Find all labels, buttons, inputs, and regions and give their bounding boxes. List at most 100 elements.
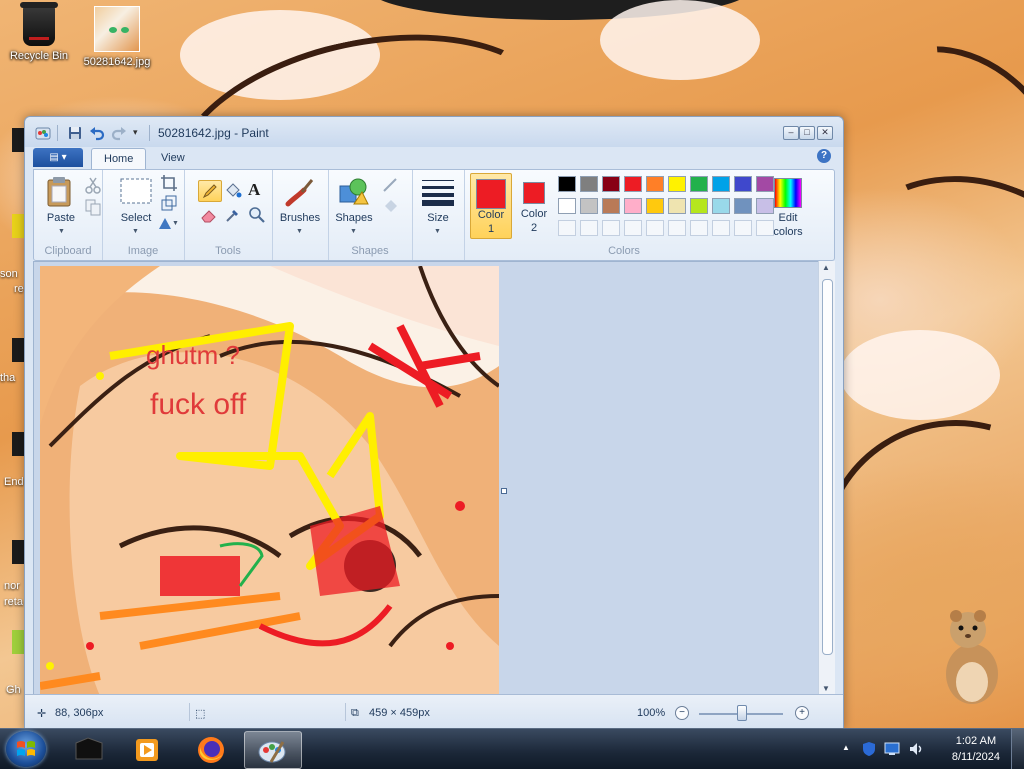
maximize-button[interactable]: □	[799, 126, 815, 140]
palette-swatch-custom[interactable]	[668, 220, 686, 236]
save-icon[interactable]	[67, 125, 83, 141]
palette-swatch[interactable]	[690, 176, 708, 192]
show-hidden-icons-icon[interactable]: ▲	[842, 743, 850, 752]
size-button[interactable]: Size	[412, 212, 464, 224]
palette-swatch[interactable]	[712, 198, 730, 214]
select-dropdown-icon[interactable]: ▼	[132, 228, 139, 235]
taskbar-app-firefox[interactable]	[184, 731, 240, 767]
shapes-icon[interactable]	[338, 176, 370, 208]
paste-button[interactable]: Paste	[38, 212, 84, 224]
palette-swatch[interactable]	[602, 176, 620, 192]
resize-handle-right[interactable]	[501, 488, 507, 494]
eraser-icon[interactable]	[200, 206, 218, 224]
palette-swatch[interactable]	[646, 176, 664, 192]
palette-swatch[interactable]	[602, 198, 620, 214]
desktop-icon-image-file[interactable]: 50281642.jpg	[80, 6, 154, 68]
desktop-icon-label-partial[interactable]: tha	[0, 372, 15, 384]
palette-swatch-custom[interactable]	[734, 220, 752, 236]
desktop-icon-label-partial[interactable]: re	[14, 283, 24, 295]
palette-swatch-custom[interactable]	[712, 220, 730, 236]
tab-home[interactable]: Home	[91, 148, 147, 170]
shape-fill-icon[interactable]	[382, 196, 400, 214]
clock[interactable]: 1:02 AM 8/11/2024	[952, 733, 1000, 765]
drawing-canvas[interactable]: ghutm ? fuck off	[40, 266, 499, 696]
desktop-icon-recycle-bin[interactable]: Recycle Bin	[2, 2, 76, 62]
brushes-icon[interactable]	[284, 176, 316, 208]
color2-button[interactable]: Color 2	[514, 173, 554, 237]
palette-swatch-custom[interactable]	[690, 220, 708, 236]
palette-swatch[interactable]	[734, 176, 752, 192]
palette-swatch-custom[interactable]	[558, 220, 576, 236]
minimize-button[interactable]: –	[783, 126, 799, 140]
paint-app-icon[interactable]	[35, 125, 51, 141]
palette-swatch[interactable]	[734, 198, 752, 214]
scroll-down-icon[interactable]: ▼	[822, 684, 830, 693]
tab-view[interactable]: View	[149, 148, 197, 169]
pencil-tool[interactable]	[198, 180, 222, 202]
cut-icon[interactable]	[84, 176, 102, 194]
redo-icon[interactable]	[111, 125, 127, 141]
palette-swatch[interactable]	[712, 176, 730, 192]
rotate-dropdown-icon[interactable]: ▼	[172, 220, 179, 227]
scroll-thumb[interactable]	[822, 279, 833, 655]
edit-colors-button[interactable]: Edit colors	[766, 174, 810, 240]
fill-icon[interactable]	[224, 181, 242, 199]
outline-icon[interactable]	[382, 176, 400, 194]
brushes-dropdown-icon[interactable]: ▼	[296, 228, 303, 235]
start-button[interactable]	[6, 731, 46, 767]
resize-icon[interactable]	[160, 194, 178, 212]
size-icon[interactable]	[422, 178, 454, 206]
zoom-slider-thumb[interactable]	[737, 705, 747, 721]
taskbar-app-terminal[interactable]	[62, 731, 118, 767]
palette-swatch[interactable]	[690, 198, 708, 214]
paint-menu-button[interactable]: ▤ ▾	[33, 148, 83, 167]
magnifier-icon[interactable]	[248, 206, 266, 224]
customize-qat-icon[interactable]: ▾	[133, 127, 138, 138]
palette-swatch[interactable]	[624, 176, 642, 192]
palette-swatch[interactable]	[580, 198, 598, 214]
palette-swatch[interactable]	[558, 198, 576, 214]
select-icon[interactable]	[120, 178, 152, 204]
taskbar-app-paint[interactable]	[244, 731, 302, 769]
title-bar[interactable]: ▾ 50281642.jpg - Paint – □ ✕	[25, 117, 843, 147]
zoom-in-button[interactable]: +	[795, 706, 809, 720]
desktop-icon-label-partial[interactable]: End	[4, 476, 24, 488]
zoom-out-button[interactable]: −	[675, 706, 689, 720]
palette-swatch[interactable]	[558, 176, 576, 192]
shapes-button[interactable]: Shapes	[328, 212, 380, 224]
help-icon[interactable]: ?	[817, 149, 831, 163]
network-icon[interactable]	[884, 742, 900, 756]
palette-swatch[interactable]	[580, 176, 598, 192]
paste-dropdown-icon[interactable]: ▼	[58, 228, 65, 235]
select-button[interactable]: Select	[112, 212, 160, 224]
palette-swatch[interactable]	[624, 198, 642, 214]
palette-swatch-custom[interactable]	[602, 220, 620, 236]
palette-swatch-custom[interactable]	[646, 220, 664, 236]
palette-swatch[interactable]	[668, 176, 686, 192]
desktop-icon-label-partial[interactable]: son	[0, 268, 18, 280]
color-picker-icon[interactable]	[224, 206, 242, 224]
desktop-icon-label-partial[interactable]: nor	[4, 580, 20, 592]
copy-icon[interactable]	[84, 198, 102, 216]
show-desktop-button[interactable]	[1011, 729, 1024, 769]
desktop-icon-label-partial[interactable]: Gh	[6, 684, 21, 696]
security-icon[interactable]	[862, 741, 876, 757]
text-tool-icon[interactable]: A	[248, 180, 260, 200]
scroll-up-icon[interactable]: ▲	[822, 263, 830, 272]
hamster-gadget[interactable]	[938, 604, 1004, 704]
palette-swatch-custom[interactable]	[624, 220, 642, 236]
paste-icon[interactable]	[46, 176, 74, 208]
desktop-icon-label-partial[interactable]: reta	[4, 596, 23, 608]
shapes-dropdown-icon[interactable]: ▼	[350, 228, 357, 235]
palette-swatch[interactable]	[646, 198, 664, 214]
vertical-scrollbar[interactable]: ▲ ▼	[818, 261, 835, 695]
brushes-button[interactable]: Brushes	[272, 212, 328, 224]
palette-swatch[interactable]	[668, 198, 686, 214]
taskbar-app-media-player[interactable]	[120, 731, 176, 767]
volume-icon[interactable]	[908, 741, 924, 757]
canvas-area[interactable]: ghutm ? fuck off	[33, 261, 821, 697]
undo-icon[interactable]	[89, 125, 105, 141]
size-dropdown-icon[interactable]: ▼	[434, 228, 441, 235]
palette-swatch-custom[interactable]	[580, 220, 598, 236]
crop-icon[interactable]	[160, 174, 178, 192]
